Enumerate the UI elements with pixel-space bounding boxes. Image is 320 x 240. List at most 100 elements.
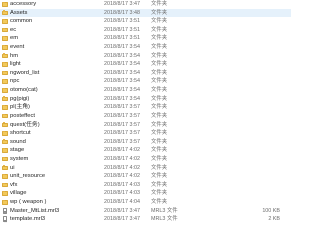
folder-icon bbox=[2, 18, 8, 24]
file-row[interactable]: wp ( weapon ) 2018/8/17 4:04 文件夹 bbox=[0, 198, 291, 207]
file-date: 2018/8/17 3:57 bbox=[104, 112, 140, 119]
file-name: common bbox=[10, 18, 33, 25]
file-date: 2018/8/17 4:02 bbox=[104, 164, 140, 171]
file-row[interactable]: vfx 2018/8/17 4:03 文件夹 bbox=[0, 181, 291, 190]
file-name: otomo(cat) bbox=[10, 87, 38, 94]
file-type: 文件夹 bbox=[151, 52, 168, 59]
file-name: vfx bbox=[10, 181, 18, 188]
folder-icon bbox=[2, 148, 8, 153]
folder-icon bbox=[2, 87, 8, 93]
file-name: ui bbox=[10, 164, 15, 171]
file-name: ec bbox=[10, 26, 17, 33]
file-type: 文件夹 bbox=[151, 181, 168, 188]
file-date: 2018/8/17 4:02 bbox=[104, 155, 140, 162]
folder-icon bbox=[2, 10, 8, 16]
file-date: 2018/8/17 4:03 bbox=[104, 190, 140, 197]
file-type: 文件夹 bbox=[151, 147, 168, 154]
file-date: 2018/8/17 3:47 bbox=[104, 216, 140, 223]
file-row[interactable]: event 2018/8/17 3:54 文件夹 bbox=[0, 43, 291, 52]
file-date: 2018/8/17 4:03 bbox=[104, 181, 140, 188]
file-size: 2 KB bbox=[268, 216, 280, 223]
file-type: 文件夹 bbox=[151, 164, 168, 171]
folder-icon bbox=[2, 173, 8, 179]
file-row[interactable]: template.mrl3 2018/8/17 3:47 MRL3 文件 2 KB bbox=[0, 215, 291, 224]
file-date: 2018/8/17 3:47 bbox=[104, 1, 140, 7]
folder-icon bbox=[2, 27, 8, 33]
folder-icon bbox=[2, 1, 8, 7]
file-name: ngword_list bbox=[10, 69, 40, 76]
file-date: 2018/8/17 3:54 bbox=[104, 69, 140, 76]
file-name: npc bbox=[10, 78, 20, 85]
file-name: hm bbox=[10, 52, 19, 59]
file-type: 文件夹 bbox=[151, 138, 168, 145]
folder-icon bbox=[2, 156, 8, 162]
file-name: pl(主角) bbox=[10, 104, 30, 111]
file-row[interactable]: hm 2018/8/17 3:54 文件夹 bbox=[0, 52, 291, 61]
file-row[interactable]: village 2018/8/17 4:03 文件夹 bbox=[0, 189, 291, 198]
file-date: 2018/8/17 3:57 bbox=[104, 121, 140, 128]
file-date: 2018/8/17 3:48 bbox=[104, 9, 140, 16]
file-type: 文件夹 bbox=[151, 121, 168, 128]
file-row[interactable]: stage 2018/8/17 4:02 文件夹 bbox=[0, 146, 291, 155]
folder-icon bbox=[2, 139, 8, 145]
file-type: 文件夹 bbox=[151, 35, 168, 42]
file-type: MRL3 文件 bbox=[151, 216, 178, 223]
file-type: 文件夹 bbox=[151, 155, 168, 162]
file-row[interactable]: shortcut 2018/8/17 3:57 文件夹 bbox=[0, 129, 291, 138]
file-name: em bbox=[10, 35, 19, 42]
file-date: 2018/8/17 3:57 bbox=[104, 138, 140, 145]
folder-icon bbox=[2, 79, 8, 84]
file-name: unit_resource bbox=[10, 173, 46, 180]
folder-icon bbox=[2, 96, 8, 102]
folder-icon bbox=[2, 61, 8, 67]
file-date: 2018/8/17 3:51 bbox=[104, 26, 140, 33]
file-date: 2018/8/17 3:54 bbox=[104, 87, 140, 94]
file-row[interactable]: pl(主角) 2018/8/17 3:57 文件夹 bbox=[0, 103, 291, 112]
file-icon bbox=[2, 216, 8, 223]
file-date: 2018/8/17 3:54 bbox=[104, 52, 140, 59]
file-name: stage bbox=[10, 147, 25, 154]
file-row[interactable]: pg(pigi) 2018/8/17 3:54 文件夹 bbox=[0, 95, 291, 104]
file-row[interactable]: system 2018/8/17 4:02 文件夹 bbox=[0, 155, 291, 164]
file-row[interactable]: sound 2018/8/17 3:57 文件夹 bbox=[0, 138, 291, 147]
folder-icon bbox=[2, 191, 8, 196]
file-row[interactable]: Master_MtList.mrl3 2018/8/17 3:47 MRL3 文件 1… bbox=[0, 207, 291, 216]
folder-icon bbox=[2, 70, 8, 76]
file-type: 文件夹 bbox=[151, 44, 168, 51]
file-date: 2018/8/17 3:54 bbox=[104, 95, 140, 102]
file-type: 文件夹 bbox=[151, 1, 168, 7]
file-date: 2018/8/17 3:47 bbox=[104, 207, 140, 214]
folder-icon bbox=[2, 130, 8, 136]
file-name: Master_MtList.mrl3 bbox=[10, 207, 60, 214]
folder-icon bbox=[2, 199, 8, 205]
file-row[interactable]: light 2018/8/17 3:54 文件夹 bbox=[0, 60, 291, 69]
file-date: 2018/8/17 3:57 bbox=[104, 104, 140, 111]
file-type: 文件夹 bbox=[151, 61, 168, 68]
file-row[interactable]: accessory 2018/8/17 3:47 文件夹 bbox=[0, 0, 291, 9]
file-type: 文件夹 bbox=[151, 95, 168, 102]
file-row[interactable]: quest(任务) 2018/8/17 3:57 文件夹 bbox=[0, 121, 291, 130]
file-row[interactable]: em 2018/8/17 3:51 文件夹 bbox=[0, 34, 291, 43]
file-type: 文件夹 bbox=[151, 9, 168, 16]
file-row[interactable]: otomo(cat) 2018/8/17 3:54 文件夹 bbox=[0, 86, 291, 95]
file-type: 文件夹 bbox=[151, 173, 168, 180]
file-list: accessory 2018/8/17 3:47 文件夹 Assets 2018/8/1… bbox=[0, 0, 291, 224]
file-type: 文件夹 bbox=[151, 18, 168, 25]
file-date: 2018/8/17 3:57 bbox=[104, 130, 140, 137]
file-date: 2018/8/17 3:54 bbox=[104, 78, 140, 85]
file-row[interactable]: ngword_list 2018/8/17 3:54 文件夹 bbox=[0, 69, 291, 78]
file-date: 2018/8/17 4:02 bbox=[104, 147, 140, 154]
file-row[interactable]: ui 2018/8/17 4:02 文件夹 bbox=[0, 164, 291, 173]
file-row[interactable]: common 2018/8/17 3:51 文件夹 bbox=[0, 17, 291, 26]
folder-icon bbox=[2, 122, 8, 128]
file-name: wp ( weapon ) bbox=[10, 199, 47, 206]
file-date: 2018/8/17 3:54 bbox=[104, 61, 140, 68]
file-name: village bbox=[10, 190, 27, 197]
file-row[interactable]: unit_resource 2018/8/17 4:02 文件夹 bbox=[0, 172, 291, 181]
file-row[interactable]: ec 2018/8/17 3:51 文件夹 bbox=[0, 26, 291, 35]
file-row[interactable]: Assets 2018/8/17 3:48 文件夹 bbox=[0, 8, 291, 18]
file-row[interactable]: npc 2018/8/17 3:54 文件夹 bbox=[0, 77, 291, 86]
file-date: 2018/8/17 3:51 bbox=[104, 35, 140, 42]
file-date: 2018/8/17 4:02 bbox=[104, 173, 140, 180]
file-row[interactable]: posteffect 2018/8/17 3:57 文件夹 bbox=[0, 112, 291, 121]
